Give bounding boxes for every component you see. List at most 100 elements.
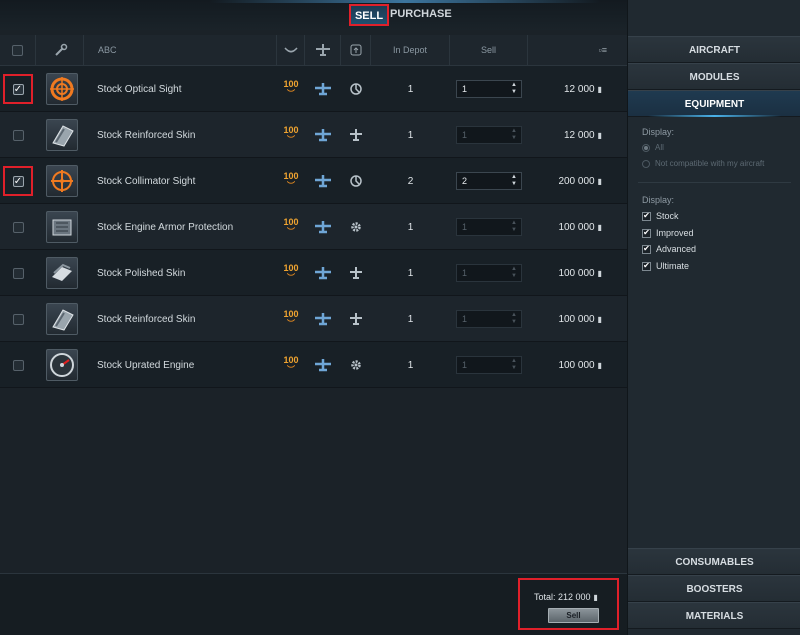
- table-row[interactable]: Stock Uprated Engine 100 ︶ 1 1 ▲ ▼ 100 000…: [0, 342, 627, 388]
- row-select[interactable]: ✓: [0, 158, 36, 204]
- sell-quantity-stepper[interactable]: 1 ▲ ▼: [456, 310, 522, 328]
- header-aircraft[interactable]: [305, 35, 341, 66]
- stepper-arrows-icon[interactable]: ▲ ▼: [511, 82, 517, 96]
- select-all-checkbox[interactable]: [12, 45, 23, 56]
- aircraft-header-icon: [316, 44, 330, 56]
- price-value: 200 000: [558, 175, 595, 187]
- sell-quantity-stepper[interactable]: 2 ▲ ▼: [456, 172, 522, 190]
- credits-icon: ▮: [597, 360, 602, 370]
- tab-aircraft[interactable]: AIRCRAFT: [628, 36, 800, 63]
- filter-improved[interactable]: ✔ Improved: [642, 228, 694, 238]
- filter-divider: [638, 182, 791, 183]
- item-thumbnail: [42, 112, 82, 158]
- credits-icon: ▮: [597, 268, 602, 278]
- tab-boosters[interactable]: BOOSTERS: [628, 575, 800, 602]
- item-name: Stock Uprated Engine: [97, 359, 195, 371]
- sell-quantity-stepper[interactable]: 1 ▲ ▼: [456, 126, 522, 144]
- filter-advanced[interactable]: ✔ Advanced: [642, 244, 696, 254]
- table-row[interactable]: Stock Engine Armor Protection 100 ︶ 1 1 ▲…: [0, 204, 627, 250]
- header-in-depot[interactable]: In Depot: [371, 35, 450, 66]
- row-select[interactable]: [0, 296, 36, 342]
- header-tier[interactable]: [277, 35, 305, 66]
- table-row[interactable]: ✓ Stock Optical Sight 100 ︶ 1 1 ▲ ▼ 12 000…: [0, 66, 627, 112]
- sell-button[interactable]: Sell: [548, 608, 599, 623]
- item-price: 100 000 ▮: [528, 250, 602, 296]
- header-type[interactable]: [36, 35, 84, 66]
- checkbox-improved[interactable]: ✔: [642, 228, 651, 238]
- total-label: Total: 212 000: [534, 592, 591, 602]
- stepper-arrows-icon[interactable]: ▲ ▼: [511, 358, 517, 372]
- row-checkbox[interactable]: [12, 359, 24, 371]
- row-select[interactable]: [0, 250, 36, 296]
- reinforced-skin-icon: [46, 119, 78, 151]
- credits-icon: ▮: [597, 222, 602, 232]
- mode-switch-bar: SELL PURCHASE: [0, 0, 627, 30]
- tab-materials[interactable]: MATERIALS: [628, 602, 800, 629]
- stepper-arrows-icon[interactable]: ▲ ▼: [511, 266, 517, 280]
- row-checkbox[interactable]: [12, 313, 24, 325]
- in-depot-count: 1: [407, 313, 414, 325]
- stepper-arrows-icon[interactable]: ▲ ▼: [511, 174, 517, 188]
- item-name: Stock Optical Sight: [97, 83, 182, 95]
- in-depot-count: 1: [407, 129, 414, 141]
- stepper-arrows-icon[interactable]: ▲ ▼: [511, 312, 517, 326]
- filter-stock-label: Stock: [656, 211, 679, 221]
- sell-quantity-stepper[interactable]: 1 ▲ ▼: [456, 264, 522, 282]
- row-checkbox[interactable]: ✓: [12, 175, 24, 187]
- header-slot[interactable]: [341, 35, 371, 66]
- in-depot-count: 1: [407, 359, 414, 371]
- tier-value: 100: [283, 355, 299, 365]
- crosshair-icon: [341, 66, 371, 112]
- checkbox-advanced[interactable]: ✔: [642, 244, 651, 254]
- sell-quantity-stepper[interactable]: 1 ▲ ▼: [456, 80, 522, 98]
- price-value: 100 000: [558, 221, 595, 233]
- radio-all-label: All: [655, 143, 664, 152]
- row-select[interactable]: ✓: [0, 66, 36, 112]
- total-highlight: Total: 212 000 ▮ Sell: [518, 578, 619, 630]
- radio-all[interactable]: All: [642, 143, 664, 152]
- header-price[interactable]: ▫≡: [528, 35, 627, 66]
- credits-icon: ▮: [597, 176, 602, 186]
- sell-quantity-stepper[interactable]: 1 ▲ ▼: [456, 356, 522, 374]
- footer-bar: Total: 212 000 ▮ Sell: [0, 573, 627, 635]
- filter-stock[interactable]: ✔ Stock: [642, 211, 679, 221]
- row-checkbox[interactable]: ✓: [12, 83, 24, 95]
- table-row[interactable]: Stock Reinforced Skin 100 ︶ 1 1 ▲ ▼ 12 000…: [0, 112, 627, 158]
- item-name: Stock Reinforced Skin: [97, 313, 196, 325]
- header-sell[interactable]: Sell: [450, 35, 528, 66]
- sell-quantity-cell: 1 ▲ ▼: [456, 204, 522, 250]
- row-checkbox[interactable]: [12, 129, 24, 141]
- tier-chevron-icon: ︶: [287, 135, 295, 144]
- tab-consumables[interactable]: CONSUMABLES: [628, 548, 800, 575]
- in-depot-count: 2: [407, 175, 414, 187]
- tier-chevron-icon: ︶: [287, 227, 295, 236]
- tier-value: 100: [283, 217, 299, 227]
- checkbox-ultimate[interactable]: ✔: [642, 261, 651, 271]
- row-select[interactable]: [0, 204, 36, 250]
- tab-modules[interactable]: MODULES: [628, 63, 800, 90]
- header-name[interactable]: ABC: [84, 35, 277, 66]
- aircraft-type-icon: [305, 204, 341, 250]
- radio-not-compatible[interactable]: Not compatible with my aircraft: [642, 159, 764, 168]
- row-select[interactable]: [0, 342, 36, 388]
- tab-sell[interactable]: SELL: [349, 4, 389, 26]
- credits-icon: ▮: [593, 593, 598, 602]
- tier-value: 100: [283, 171, 299, 181]
- stepper-arrows-icon[interactable]: ▲ ▼: [511, 220, 517, 234]
- filter-ultimate[interactable]: ✔ Ultimate: [642, 261, 689, 271]
- sell-quantity-value: 1: [462, 84, 468, 94]
- table-row[interactable]: Stock Polished Skin 100 ︶ 1 1 ▲ ▼ 100 000 ▮: [0, 250, 627, 296]
- row-checkbox[interactable]: [12, 221, 24, 233]
- table-row[interactable]: ✓ Stock Collimator Sight 100 ︶ 2 2 ▲ ▼ 200…: [0, 158, 627, 204]
- item-price: 12 000 ▮: [528, 112, 602, 158]
- row-select[interactable]: [0, 112, 36, 158]
- tab-equipment[interactable]: EQUIPMENT: [628, 90, 800, 117]
- table-row[interactable]: Stock Reinforced Skin 100 ︶ 1 1 ▲ ▼ 100 00…: [0, 296, 627, 342]
- sell-quantity-stepper[interactable]: 1 ▲ ▼: [456, 218, 522, 236]
- checkbox-stock[interactable]: ✔: [642, 211, 651, 221]
- header-select-all[interactable]: [0, 35, 36, 66]
- row-checkbox[interactable]: [12, 267, 24, 279]
- stepper-arrows-icon[interactable]: ▲ ▼: [511, 128, 517, 142]
- tab-purchase[interactable]: PURCHASE: [390, 4, 452, 26]
- table-header: ABC In Depot Sell ▫≡: [0, 35, 627, 66]
